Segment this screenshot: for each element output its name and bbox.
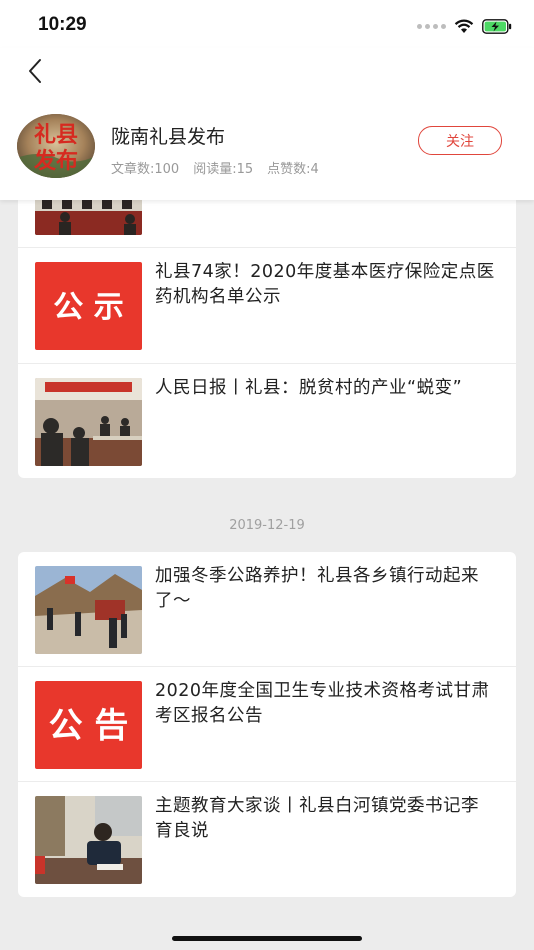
article-count: 文章数:100 [111, 162, 180, 177]
home-indicator [172, 936, 362, 941]
status-bar: 10:29 [0, 0, 534, 48]
article-thumbnail: 公 示 [35, 262, 142, 350]
thumbnail-text: 公 示 [53, 290, 123, 325]
publisher-avatar[interactable]: 礼县 发布 [17, 114, 95, 178]
read-count: 阅读量:15 [193, 162, 254, 177]
article-group-card: 公 示 礼县74家！2020年度基本医疗保险定点医药机构名单公示 人民日报丨礼县… [18, 160, 516, 478]
thumbnail-text: 公 告 [49, 706, 129, 746]
publisher-header: 礼县 发布 陇南礼县发布 文章数:100 阅读量:15 点赞数:4 关注 [0, 48, 534, 200]
wifi-icon [454, 18, 474, 33]
article-title: 主题教育大家谈丨礼县白河镇党委书记李育良说 [155, 796, 479, 841]
date-separator: 2019-12-19 [229, 518, 305, 533]
article-title: 人民日报丨礼县：脱贫村的产业“蜕变” [155, 378, 463, 398]
list-item[interactable]: 公 示 礼县74家！2020年度基本医疗保险定点医药机构名单公示 [18, 248, 516, 363]
article-thumbnail: 公 告 [35, 681, 142, 769]
avatar-text-top: 礼县 [34, 122, 78, 148]
article-thumbnail [35, 796, 142, 884]
list-item[interactable]: 人民日报丨礼县：脱贫村的产业“蜕变” [18, 364, 516, 478]
article-title: 礼县74家！2020年度基本医疗保险定点医药机构名单公示 [155, 262, 495, 307]
publisher-name: 陇南礼县发布 [111, 126, 226, 148]
chevron-left-icon [29, 59, 41, 83]
avatar-text-bottom: 发布 [33, 148, 78, 174]
list-item[interactable]: 主题教育大家谈丨礼县白河镇党委书记李育良说 [18, 782, 516, 897]
like-count: 点赞数:4 [267, 162, 319, 177]
article-thumbnail [35, 566, 142, 654]
article-group-card: 加强冬季公路养护！礼县各乡镇行动起来了～ 公 告 2020年度全国卫生专业技术资… [18, 552, 516, 897]
article-title: 加强冬季公路养护！礼县各乡镇行动起来了～ [155, 566, 479, 611]
list-item[interactable]: 加强冬季公路养护！礼县各乡镇行动起来了～ [18, 552, 516, 667]
list-item[interactable]: 公 告 2020年度全国卫生专业技术资格考试甘肃考区报名公告 [18, 667, 516, 782]
article-title: 2020年度全国卫生专业技术资格考试甘肃考区报名公告 [155, 681, 490, 726]
signal-icon [417, 23, 446, 29]
battery-charging-icon [482, 18, 512, 34]
article-thumbnail [35, 378, 142, 466]
publisher-stats: 文章数:100 阅读量:15 点赞数:4 [111, 158, 319, 177]
follow-button[interactable]: 关注 [418, 126, 502, 155]
avatar-image: 礼县 发布 [17, 114, 95, 178]
back-button[interactable] [22, 54, 52, 88]
status-icons [417, 17, 512, 35]
status-time: 10:29 [38, 14, 87, 35]
